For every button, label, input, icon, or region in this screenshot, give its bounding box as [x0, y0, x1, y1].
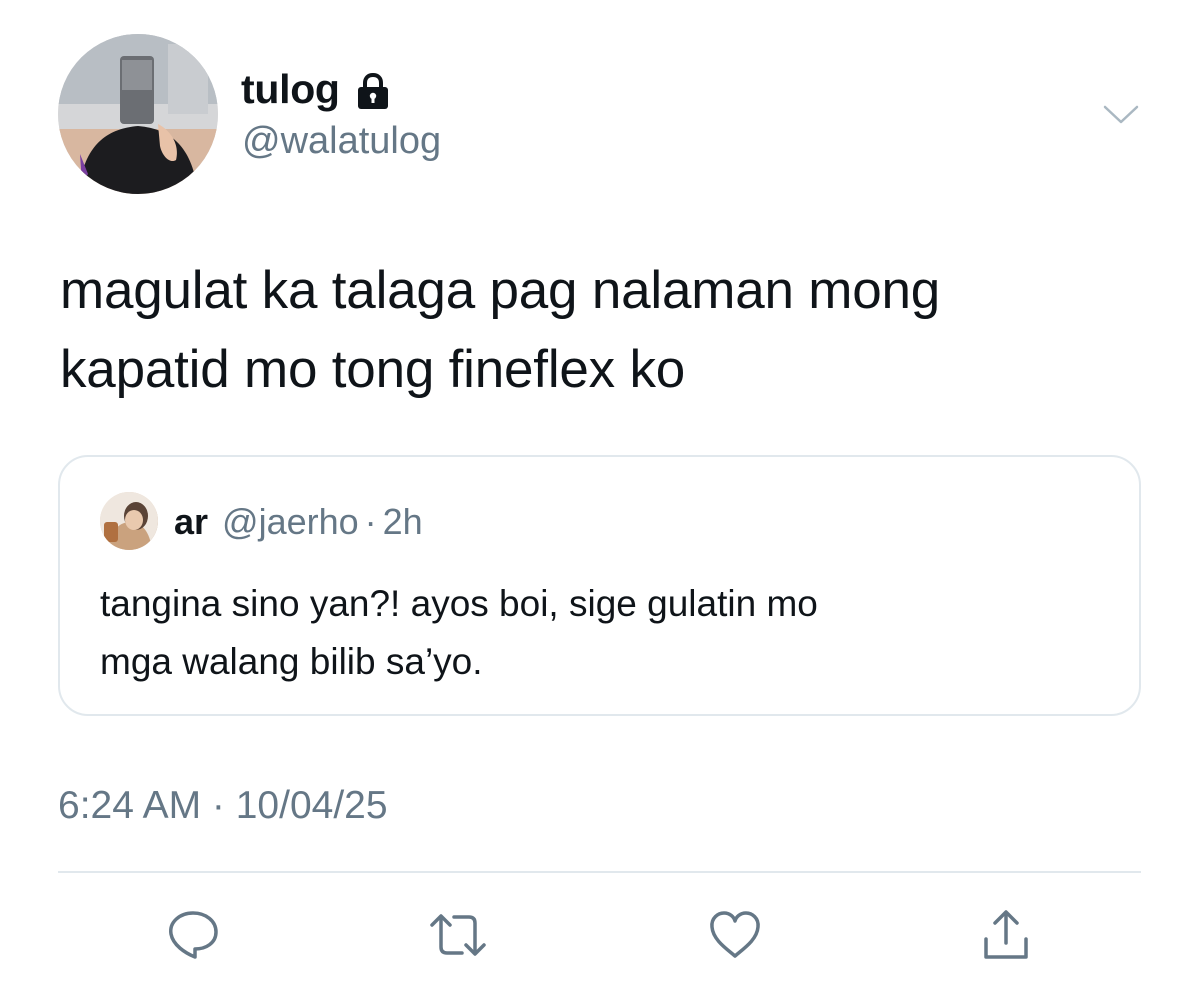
quoted-tweet-card[interactable]: ar @jaerho · 2h tangina sino yan?! ayos …	[58, 455, 1141, 716]
separator-dot: ·	[364, 501, 377, 542]
like-icon	[710, 911, 760, 958]
more-options-button[interactable]	[1100, 100, 1142, 130]
profile-photo	[58, 34, 218, 194]
like-button[interactable]	[705, 905, 765, 965]
quoted-author-avatar[interactable]	[100, 492, 158, 550]
divider	[58, 871, 1141, 873]
quoted-tweet-time: 2h	[382, 501, 423, 542]
profile-photo	[100, 492, 158, 550]
author-avatar[interactable]	[58, 34, 218, 194]
lock-icon	[354, 72, 392, 111]
share-icon	[984, 910, 1028, 959]
quoted-tweet-text-line: tangina sino yan?! ayos boi, sige gulati…	[100, 583, 818, 624]
quoted-author-name[interactable]: ar	[174, 501, 208, 543]
reply-icon	[169, 911, 218, 959]
tweet-timestamp[interactable]: 6:24 AM · 10/04/25	[58, 784, 388, 828]
quoted-author-handle[interactable]: @jaerho	[222, 501, 359, 543]
quoted-tweet-header: ar @jaerho · 2h	[174, 501, 423, 543]
chevron-down-icon	[1103, 105, 1139, 124]
tweet-text-line: magulat ka talaga pag nalaman mong	[60, 261, 941, 320]
author-display-name[interactable]: tulog	[241, 66, 340, 113]
retweet-button[interactable]	[428, 905, 488, 965]
share-button[interactable]	[976, 905, 1036, 965]
tweet-text-line: kapatid mo tong fineflex ko	[60, 340, 686, 399]
tweet-text: magulat ka talaga pag nalaman mong kapat…	[60, 251, 1160, 409]
author-handle[interactable]: @walatulog	[242, 120, 441, 163]
retweet-icon	[430, 914, 486, 956]
quoted-tweet-text: tangina sino yan?! ayos boi, sige gulati…	[100, 575, 1100, 691]
author-name-row: tulog	[241, 64, 392, 114]
quoted-tweet-text-line: mga walang bilib sa’yo.	[100, 641, 483, 682]
reply-button[interactable]	[163, 905, 223, 965]
